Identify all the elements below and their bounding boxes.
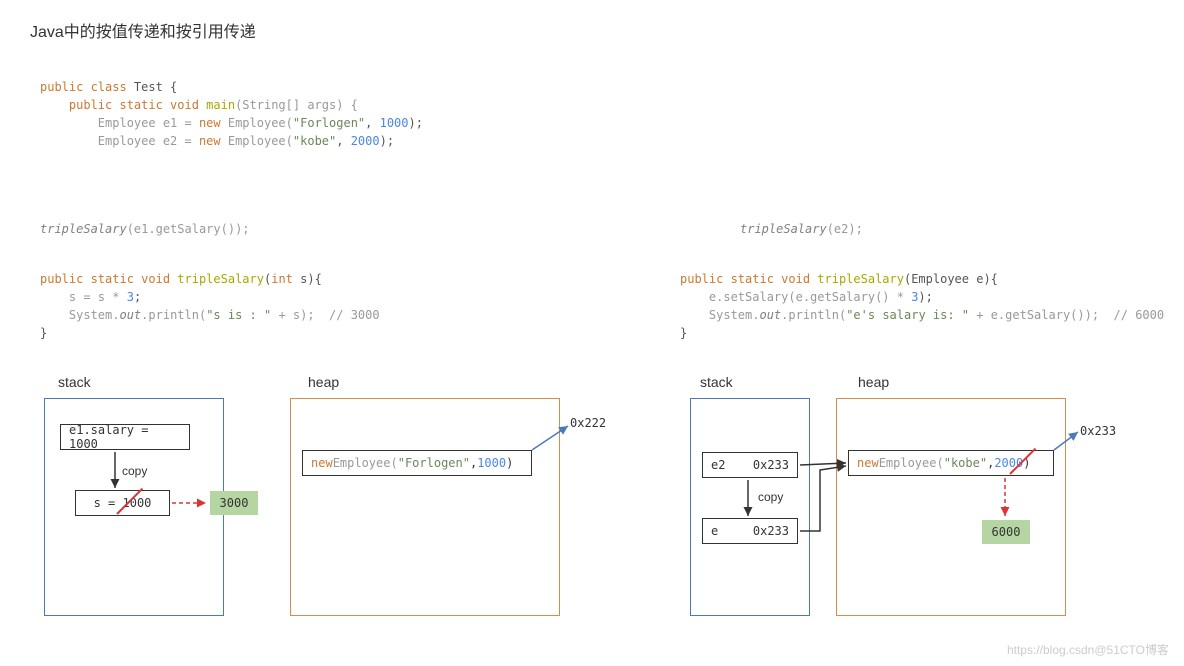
- page-title: Java中的按值传递和按引用传递: [30, 18, 256, 42]
- heap-cell-right: new Employee("kobe", 2000): [848, 450, 1054, 476]
- green-6000: 6000: [982, 520, 1030, 544]
- heap-label-left: heap: [308, 374, 339, 390]
- method-right: public static void tripleSalary(Employee…: [680, 252, 1164, 342]
- stack-cell-s: s = 1000: [75, 490, 170, 516]
- watermark: https://blog.csdn@51CTO博客: [1007, 641, 1169, 658]
- stack-cell-e2: e20x233: [702, 452, 798, 478]
- heap-cell-left: new Employee("Forlogen", 1000): [302, 450, 532, 476]
- stack-cell-e: e0x233: [702, 518, 798, 544]
- stack-label-right: stack: [700, 374, 733, 390]
- method-left: public static void tripleSalary(int s){ …: [40, 252, 380, 342]
- green-3000: 3000: [210, 491, 258, 515]
- addr-left: 0x222: [570, 416, 606, 430]
- addr-right: 0x233: [1080, 424, 1116, 438]
- heap-label-right: heap: [858, 374, 889, 390]
- heap-box-right: [836, 398, 1066, 616]
- call-left: tripleSalary(e1.getSalary());: [40, 202, 250, 238]
- heap-box-left: [290, 398, 560, 616]
- code-top: public class Test { public static void m…: [40, 60, 423, 150]
- stack-cell-e1salary: e1.salary = 1000: [60, 424, 190, 450]
- copy-label-right: copy: [758, 490, 783, 504]
- stack-label-left: stack: [58, 374, 91, 390]
- copy-label-left: copy: [122, 464, 147, 478]
- call-right: tripleSalary(e2);: [740, 202, 863, 238]
- stack-box-right: [690, 398, 810, 616]
